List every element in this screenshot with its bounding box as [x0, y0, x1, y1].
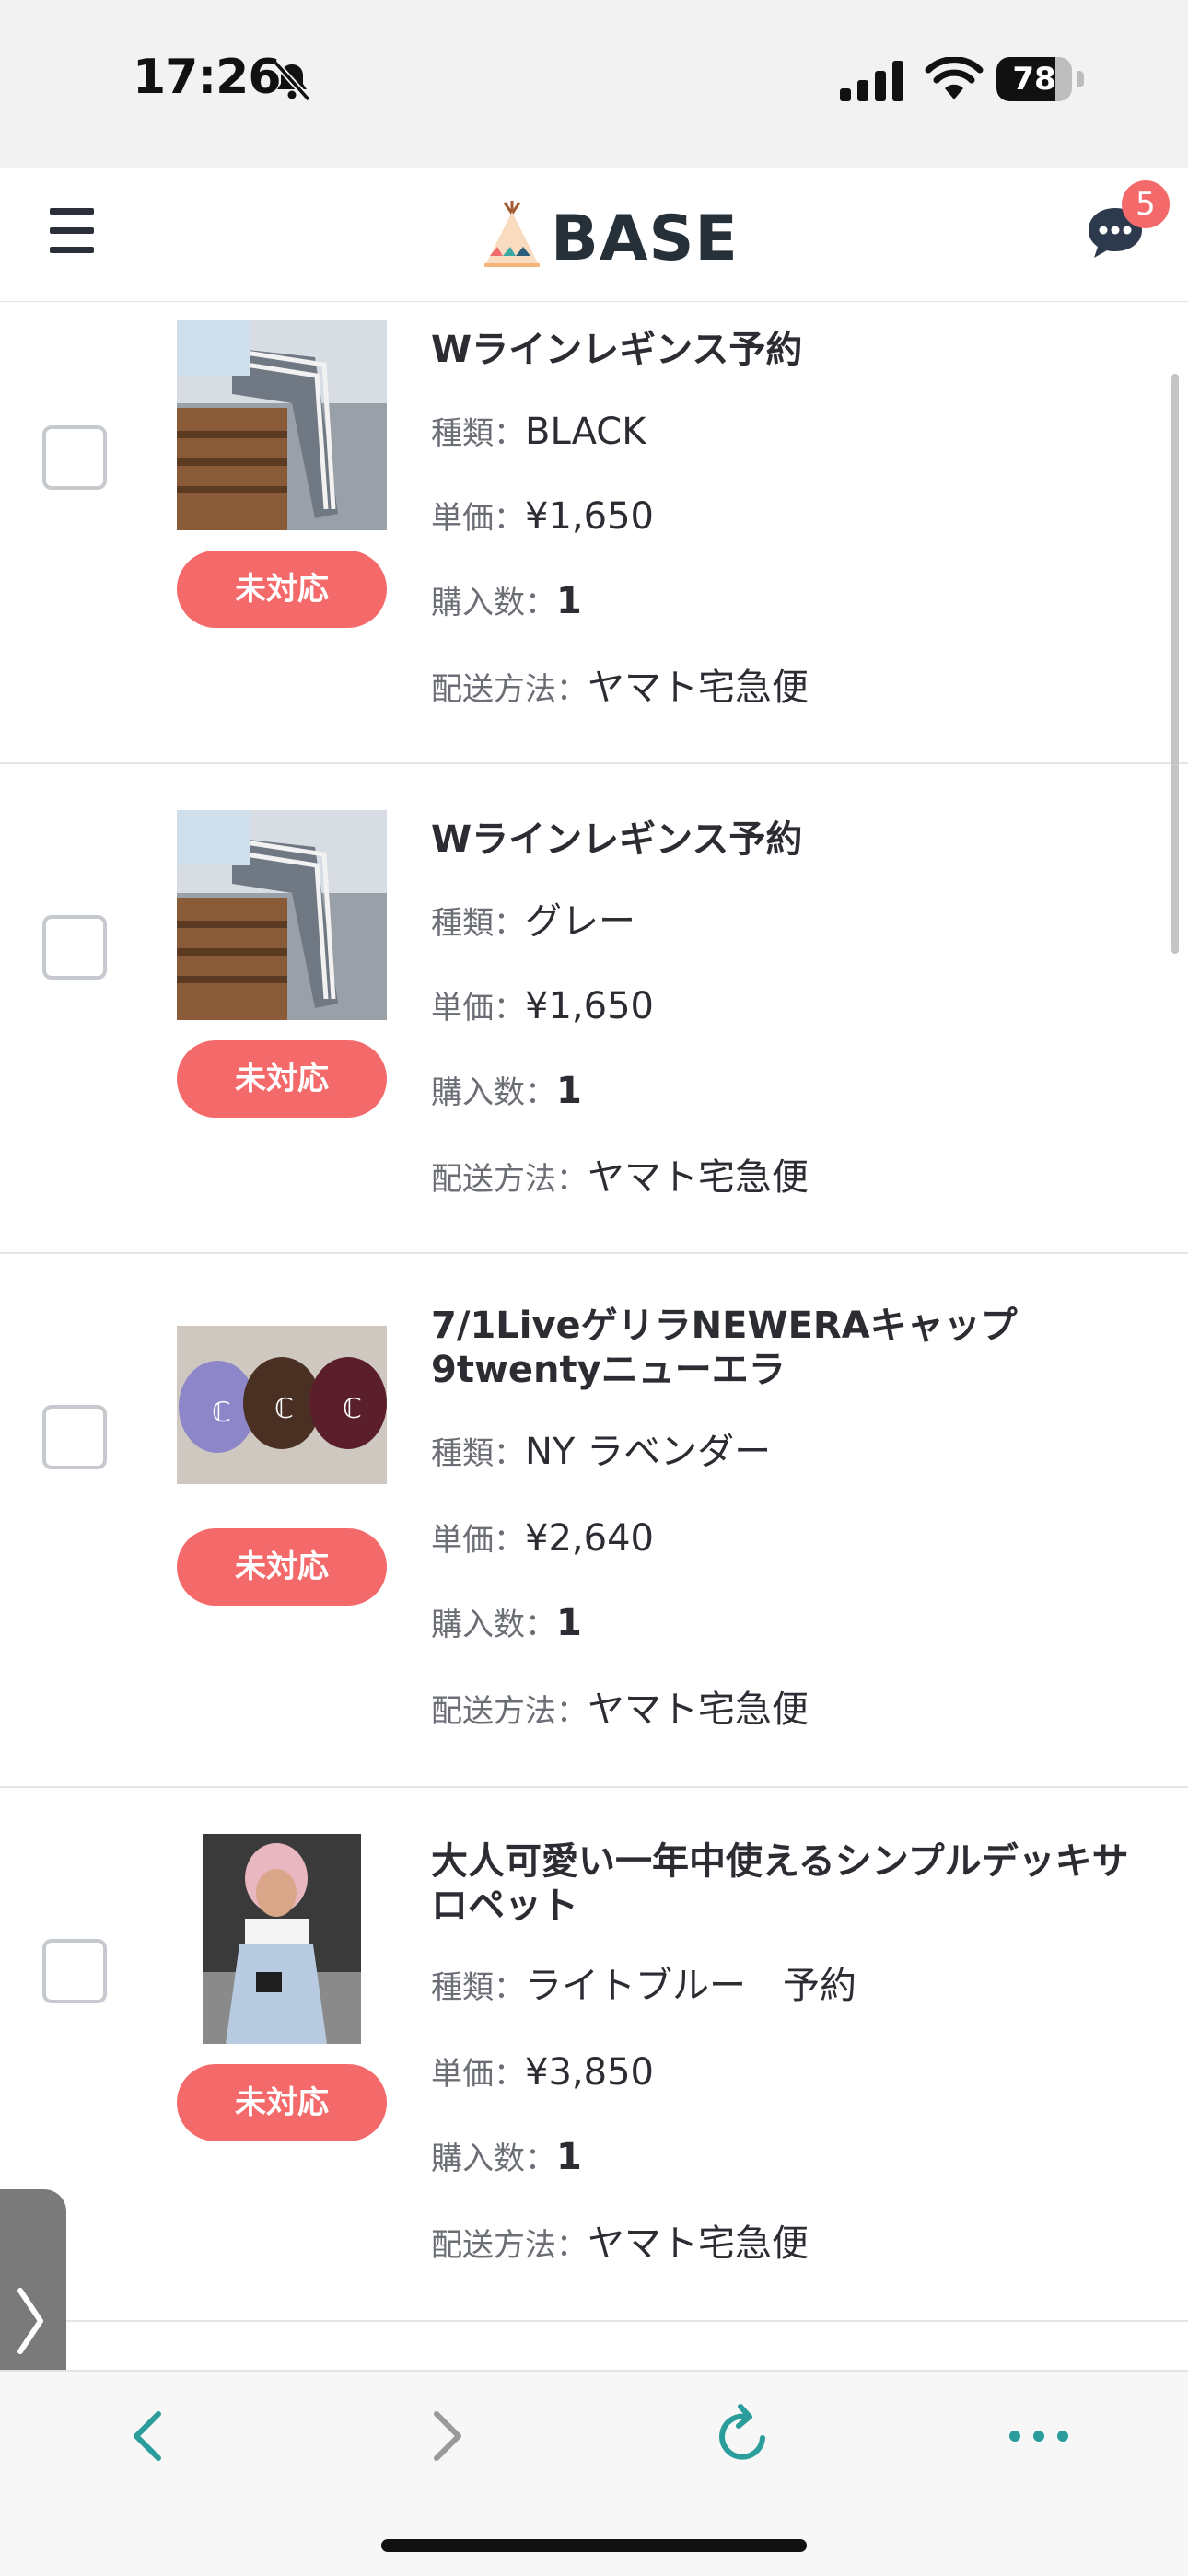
forward-arrow-icon[interactable] — [409, 2399, 483, 2473]
variant-value: NY ラベンダー — [525, 1431, 772, 1473]
price-label: 単価： — [431, 500, 525, 537]
product-image-leggings[interactable] — [177, 320, 387, 530]
price-row: 単価：¥3,850 — [431, 2049, 654, 2097]
shipping-value: ヤマト宅急便 — [588, 1156, 809, 1199]
variant-label: 種類： — [431, 1969, 525, 2006]
price-value: ¥1,650 — [525, 495, 654, 538]
variant-row: 種類：BLACK — [431, 409, 646, 457]
variant-row: 種類：グレー — [431, 899, 635, 946]
qty-label: 購入数： — [431, 2141, 556, 2177]
variant-value: BLACK — [525, 411, 646, 453]
price-label: 単価： — [431, 990, 525, 1027]
logo-text: BASE — [551, 203, 739, 275]
item-checkbox[interactable] — [42, 425, 107, 490]
price-value: ¥3,850 — [525, 2051, 654, 2094]
browser-toolbar — [0, 2370, 1188, 2576]
back-arrow-icon[interactable] — [112, 2399, 186, 2473]
qty-label: 購入数： — [431, 1074, 556, 1111]
home-indicator — [381, 2539, 807, 2552]
status-time: 17:26 — [133, 50, 282, 105]
shipping-row: 配送方法：ヤマト宅急便 — [431, 665, 809, 713]
qty-value: 1 — [556, 580, 582, 622]
qty-row: 購入数：1 — [431, 1600, 582, 1648]
variant-row: 種類：NY ラベンダー — [431, 1429, 771, 1477]
scrollbar[interactable] — [1171, 374, 1179, 954]
signal-icon — [840, 61, 903, 101]
variant-label: 種類： — [431, 905, 525, 942]
status-badge[interactable]: 未対応 — [177, 551, 387, 628]
chevron-right-icon — [17, 2288, 43, 2354]
price-row: 単価：¥1,650 — [431, 493, 654, 541]
status-badge[interactable]: 未対応 — [177, 1528, 387, 1606]
shipping-value: ヤマト宅急便 — [588, 1688, 809, 1731]
qty-label: 購入数： — [431, 585, 556, 621]
item-title[interactable]: 大人可愛い一年中使えるシンプルデッキサロペット — [431, 1839, 1159, 1928]
shipping-row: 配送方法：ヤマト宅急便 — [431, 1155, 809, 1202]
variant-value: グレー — [525, 900, 635, 943]
variant-label: 種類： — [431, 415, 525, 452]
item-checkbox[interactable] — [42, 1939, 107, 2003]
menu-icon[interactable] — [50, 208, 94, 254]
qty-value: 1 — [556, 2136, 582, 2178]
qty-row: 購入数：1 — [431, 1068, 582, 1116]
battery-level: 78 — [1012, 61, 1056, 98]
price-value: ¥1,650 — [525, 985, 654, 1027]
price-value: ¥2,640 — [525, 1517, 654, 1560]
shipping-value: ヤマト宅急便 — [588, 2222, 809, 2265]
price-label: 単価： — [431, 2056, 525, 2093]
wifi-icon — [925, 57, 984, 99]
status-badge[interactable]: 未対応 — [177, 2064, 387, 2141]
status-badge[interactable]: 未対応 — [177, 1040, 387, 1118]
shipping-label: 配送方法： — [431, 671, 588, 708]
shipping-value: ヤマト宅急便 — [588, 667, 809, 709]
battery-icon: 78 — [996, 57, 1085, 101]
variant-row: 種類：ライトブルー 予約 — [431, 1963, 856, 2011]
shipping-label: 配送方法： — [431, 1693, 588, 1730]
item-checkbox[interactable] — [42, 1405, 107, 1469]
qty-row: 購入数：1 — [431, 2134, 582, 2182]
base-logo[interactable]: BASE — [483, 199, 738, 275]
variant-label: 種類： — [431, 1435, 525, 1472]
price-row: 単価：¥1,650 — [431, 983, 654, 1031]
qty-label: 購入数： — [431, 1607, 556, 1643]
base-logo-tent-icon — [484, 201, 540, 267]
svg-text:ℂ: ℂ — [274, 1393, 294, 1425]
reload-icon[interactable] — [705, 2399, 779, 2473]
price-label: 単価： — [431, 1522, 525, 1559]
list-item: 未対応 大人可愛い一年中使えるシンプルデッキサロペット 種類：ライトブルー 予約… — [0, 1788, 1188, 2322]
shipping-row: 配送方法：ヤマト宅急便 — [431, 1687, 809, 1735]
product-image-caps[interactable]: ℂ ℂ ℂ — [177, 1326, 387, 1484]
variant-value: ライトブルー 予約 — [525, 1965, 856, 2007]
shipping-row: 配送方法：ヤマト宅急便 — [431, 2221, 809, 2269]
svg-text:ℂ: ℂ — [343, 1393, 362, 1425]
list-item: 未対応 Wラインレギンス予約 種類：グレー 単価：¥1,650 購入数：1 配送… — [0, 764, 1188, 1254]
product-image-leggings[interactable] — [177, 810, 387, 1020]
shipping-label: 配送方法： — [431, 1161, 588, 1198]
item-title[interactable]: 7/1LiveゲリラNEWERAキャップ9twentyニューエラ — [431, 1304, 1159, 1392]
qty-value: 1 — [556, 1070, 582, 1112]
bell-slash-icon — [273, 60, 311, 102]
list-item: ℂ ℂ ℂ 未対応 7/1LiveゲリラNEWERAキャップ9twentyニュー… — [0, 1254, 1188, 1788]
qty-row: 購入数：1 — [431, 578, 582, 626]
svg-text:ℂ: ℂ — [212, 1397, 231, 1429]
shipping-label: 配送方法： — [431, 2227, 588, 2264]
item-title[interactable]: Wラインレギンス予約 — [431, 328, 1159, 372]
status-bar: 17:26 78 — [0, 0, 1188, 168]
price-row: 単価：¥2,640 — [431, 1515, 654, 1563]
product-image-overalls[interactable] — [203, 1834, 361, 2044]
list-item: 未対応 Wラインレギンス予約 種類：BLACK 単価：¥1,650 購入数：1 … — [0, 302, 1188, 764]
item-title[interactable]: Wラインレギンス予約 — [431, 818, 1159, 862]
chat-unread-badge: 5 — [1122, 180, 1170, 228]
item-checkbox[interactable] — [42, 915, 107, 980]
app-header: BASE 5 — [0, 168, 1188, 303]
more-icon[interactable] — [1002, 2399, 1076, 2473]
order-item-list: 未対応 Wラインレギンス予約 種類：BLACK 単価：¥1,650 購入数：1 … — [0, 302, 1188, 2322]
qty-value: 1 — [556, 1602, 582, 1644]
